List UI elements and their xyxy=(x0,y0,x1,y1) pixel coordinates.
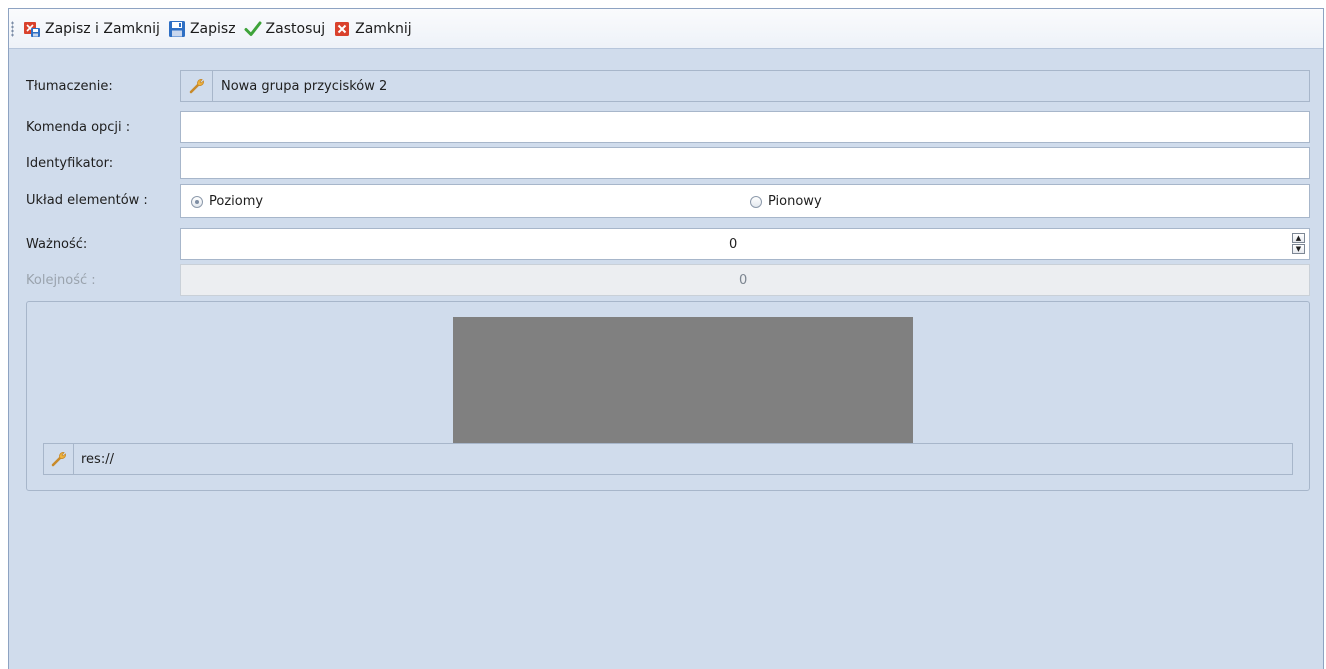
save-button[interactable]: Zapisz xyxy=(164,17,240,41)
option-command-label: Komenda opcji : xyxy=(26,120,131,135)
save-label: Zapisz xyxy=(189,20,236,37)
identifier-label: Identyfikator: xyxy=(26,156,114,171)
image-preview xyxy=(453,317,913,444)
layout-option-vertical: Pionowy xyxy=(768,194,822,209)
importance-row: Ważność: 0 ▲ ▼ xyxy=(9,228,1323,262)
layout-label: Układ elementów : xyxy=(26,193,148,208)
resource-wrench-button[interactable] xyxy=(44,444,74,474)
identifier-input[interactable] xyxy=(180,147,1310,179)
importance-spin-buttons: ▲ ▼ xyxy=(1292,233,1305,255)
checkmark-icon xyxy=(244,21,262,36)
layout-radio-vertical[interactable]: Pionowy xyxy=(750,194,822,209)
order-label: Kolejność : xyxy=(26,273,96,288)
dialog-window: Zapisz i Zamknij Zapisz Zastosuj Zamknij xyxy=(8,8,1324,669)
spin-up-icon[interactable]: ▲ xyxy=(1292,233,1305,243)
importance-value: 0 xyxy=(729,237,738,252)
translation-value: Nowa grupa przycisków 2 xyxy=(221,79,388,94)
resource-path-value: res:// xyxy=(81,452,114,467)
save-and-close-label: Zapisz i Zamknij xyxy=(45,20,160,37)
save-and-close-icon xyxy=(24,21,40,37)
order-row: Kolejność : 0 xyxy=(9,264,1323,298)
identifier-row: Identyfikator: xyxy=(9,147,1323,181)
translation-field[interactable]: Nowa grupa przycisków 2 xyxy=(180,70,1310,102)
apply-label: Zastosuj xyxy=(265,20,326,37)
image-group: res:// xyxy=(26,301,1310,491)
importance-label: Ważność: xyxy=(26,237,88,252)
toolbar-grip[interactable] xyxy=(11,20,14,37)
order-value: 0 xyxy=(739,273,748,288)
layout-radio-group: Poziomy Pionowy xyxy=(180,184,1310,218)
translation-row: Tłumaczenie: Nowa grupa przycisków 2 xyxy=(9,70,1323,104)
order-input: 0 xyxy=(180,264,1310,296)
layout-radio-horizontal[interactable]: Poziomy xyxy=(191,194,263,209)
radio-unselected-icon xyxy=(750,195,762,208)
wrench-icon xyxy=(189,79,204,94)
layout-option-horizontal: Poziomy xyxy=(209,194,264,209)
wrench-icon xyxy=(51,452,66,467)
radio-selected-icon xyxy=(191,195,203,208)
spin-down-icon[interactable]: ▼ xyxy=(1292,244,1305,254)
close-icon xyxy=(335,21,350,36)
layout-row: Układ elementów : Poziomy Pionowy xyxy=(9,184,1323,218)
apply-button[interactable]: Zastosuj xyxy=(240,17,330,41)
floppy-disk-icon xyxy=(168,20,185,37)
option-command-row: Komenda opcji : xyxy=(9,111,1323,145)
toolbar: Zapisz i Zamknij Zapisz Zastosuj Zamknij xyxy=(9,9,1323,49)
translation-wrench-button[interactable] xyxy=(181,71,213,101)
option-command-input[interactable] xyxy=(180,111,1310,143)
translation-label: Tłumaczenie: xyxy=(26,79,113,94)
close-button[interactable]: Zamknij xyxy=(329,17,416,41)
save-and-close-button[interactable]: Zapisz i Zamknij xyxy=(19,17,164,41)
resource-path-field[interactable]: res:// xyxy=(43,443,1293,475)
close-label: Zamknij xyxy=(355,20,412,37)
importance-spin-input[interactable]: 0 ▲ ▼ xyxy=(180,228,1310,260)
